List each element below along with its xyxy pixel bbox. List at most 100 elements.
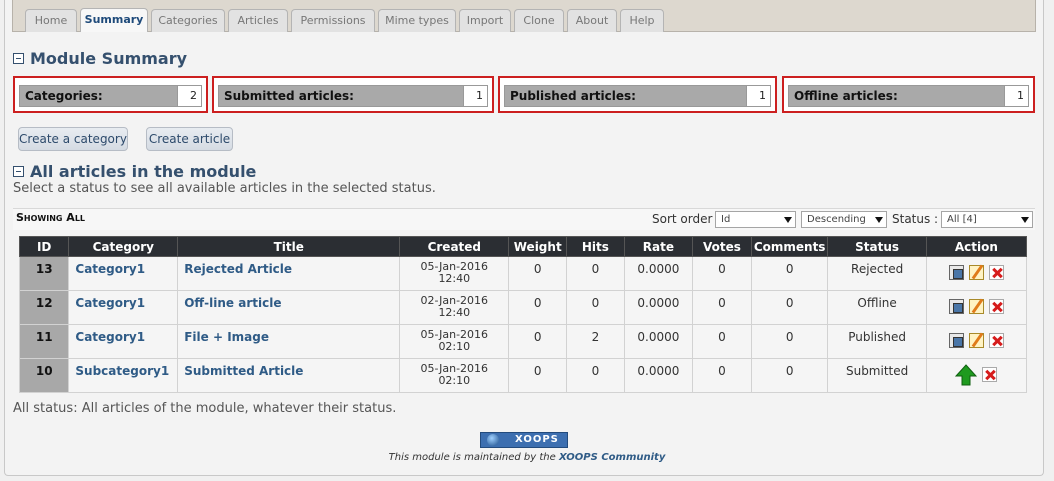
delete-icon[interactable] [982,367,998,382]
col-created[interactable]: Created [399,236,510,257]
summary-label: Categories: [25,89,103,103]
sort-field-select[interactable]: Id [715,211,796,228]
module-summary-header: Module Summary [13,49,187,68]
summary-label: Published articles: [510,89,636,103]
xoops-badge-text: XOOPS [515,434,559,445]
tab-summary[interactable]: Summary [80,8,148,32]
cell-votes: 0 [692,256,752,291]
delete-icon[interactable] [988,299,1004,314]
cell-votes: 0 [692,290,752,325]
chevron-down-icon [1021,217,1029,223]
status-select[interactable]: All [4] [941,211,1033,228]
cell-actions [925,256,1028,291]
create-category-button[interactable]: Create a category [18,127,128,151]
clone-icon[interactable] [948,265,964,280]
tab-articles[interactable]: Articles [228,9,288,32]
chevron-down-icon [875,217,883,223]
cell-created: 05-Jan-2016 02:10 [399,324,510,359]
edit-icon[interactable] [968,333,984,348]
col-hits[interactable]: Hits [566,236,625,257]
col-votes[interactable]: Votes [692,236,752,257]
col-title[interactable]: Title [177,236,401,257]
table-row: 12 Category1 Off-line article 02-Jan-201… [18,290,1028,325]
summary-offline: Offline articles: 1 [782,76,1035,113]
xoops-logo-badge[interactable]: XOOPS [480,432,568,448]
filter-bar: Showing All Sort order Id Descending Sta… [13,208,1035,230]
clone-icon[interactable] [948,333,964,348]
cell-actions [925,290,1028,325]
collapse-icon[interactable] [13,166,24,177]
cell-rate: 0.0000 [623,324,694,359]
created-time: 02:10 [438,340,471,353]
maintained-by: This module is maintained by the XOOPS C… [0,452,1054,463]
cell-created: 05-Jan-2016 02:10 [399,358,510,393]
all-status-note: All status: All articles of the module, … [13,401,397,416]
cell-hits: 0 [566,256,625,291]
col-weight[interactable]: Weight [508,236,568,257]
col-rate[interactable]: Rate [623,236,694,257]
cell-comments: 0 [750,256,829,291]
summary-label: Submitted articles: [224,89,354,103]
category-link[interactable]: Category1 [68,256,179,291]
cell-comments: 0 [750,324,829,359]
summary-count: 1 [746,86,770,106]
col-comments[interactable]: Comments [750,236,829,257]
created-time: 12:40 [438,272,471,285]
col-id[interactable]: ID [18,236,70,257]
cell-hits: 0 [566,290,625,325]
table-header-row: ID Category Title Created Weight Hits Ra… [18,236,1028,257]
cell-status: Published [827,324,927,359]
cell-rate: 0.0000 [623,256,694,291]
tab-mime-types[interactable]: Mime types [378,9,456,32]
article-title-link[interactable]: Rejected Article [177,256,401,291]
all-articles-title: All articles in the module [30,162,257,181]
tab-about[interactable]: About [567,9,617,32]
cell-comments: 0 [750,358,829,393]
category-link[interactable]: Category1 [68,324,179,359]
module-summary-title: Module Summary [30,49,188,68]
delete-icon[interactable] [988,265,1004,280]
chevron-down-icon [784,217,792,223]
cell-id: 11 [18,324,70,359]
cell-id: 12 [18,290,70,325]
approve-icon[interactable] [955,364,978,386]
cell-comments: 0 [750,290,829,325]
tab-import[interactable]: Import [459,9,511,32]
tab-categories[interactable]: Categories [151,9,225,32]
cell-actions [925,324,1028,359]
collapse-icon[interactable] [13,53,24,64]
table-row: 10 Subcategory1 Submitted Article 05-Jan… [18,358,1028,393]
sort-direction-value: Descending [807,214,866,225]
summary-submitted: Submitted articles: 1 [212,76,494,113]
category-link[interactable]: Subcategory1 [68,358,179,393]
created-time: 12:40 [438,306,471,319]
edit-icon[interactable] [968,299,984,314]
cell-rate: 0.0000 [623,358,694,393]
article-title-link[interactable]: Off-line article [177,290,401,325]
tab-clone[interactable]: Clone [514,9,564,32]
all-articles-header: All articles in the module [13,162,256,181]
cell-status: Offline [827,290,927,325]
cell-id: 10 [18,358,70,393]
cell-hits: 2 [566,324,625,359]
articles-table: ID Category Title Created Weight Hits Ra… [18,236,1028,393]
clone-icon[interactable] [948,299,964,314]
category-link[interactable]: Category1 [68,290,179,325]
edit-icon[interactable] [968,265,984,280]
col-status[interactable]: Status [827,236,927,257]
tab-permissions[interactable]: Permissions [291,9,375,32]
delete-icon[interactable] [988,333,1004,348]
summary-categories: Categories: 2 [13,76,208,113]
article-title-link[interactable]: File + Image [177,324,401,359]
sort-order-label: Sort order [652,212,713,226]
article-title-link[interactable]: Submitted Article [177,358,401,393]
articles-intro: Select a status to see all available art… [13,181,436,196]
col-category[interactable]: Category [68,236,179,257]
xoops-community-link[interactable]: XOOPS Community [559,452,665,463]
create-article-button[interactable]: Create article [146,127,233,151]
tab-help[interactable]: Help [620,9,664,32]
summary-label: Offline articles: [794,89,898,103]
tab-home[interactable]: Home [25,9,77,32]
sort-direction-select[interactable]: Descending [801,211,887,228]
summary-count: 2 [177,86,201,106]
